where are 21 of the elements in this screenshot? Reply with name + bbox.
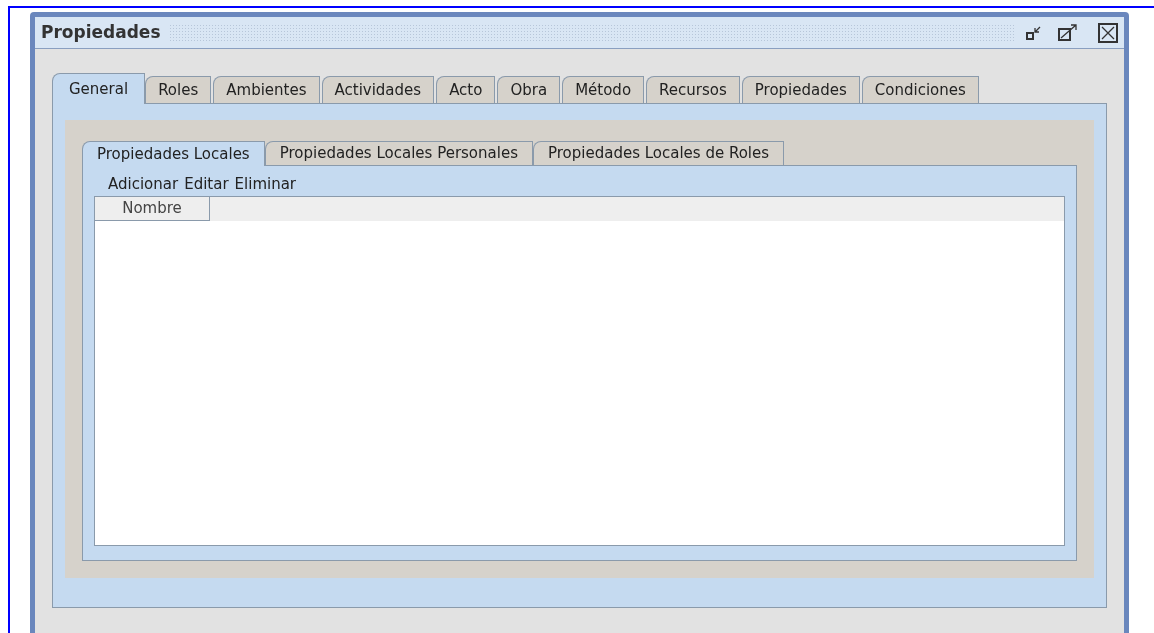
tab[interactable]: Método [562, 76, 645, 103]
tab[interactable]: Acto [436, 76, 496, 103]
tab[interactable]: Ambientes [213, 76, 320, 103]
tab[interactable]: Roles [145, 76, 212, 103]
tab[interactable]: Actividades [321, 76, 435, 103]
toolbar-button[interactable]: Editar [184, 172, 229, 196]
subtab[interactable]: Propiedades Locales Personales [264, 141, 533, 165]
tab[interactable]: General [52, 73, 146, 104]
subtab[interactable]: Propiedades Locales de Roles [532, 141, 785, 165]
tab[interactable]: Condiciones [861, 76, 979, 103]
toolbar-button[interactable]: Adicionar [108, 172, 179, 196]
minimize-icon[interactable] [1026, 24, 1042, 41]
subtab[interactable]: Propiedades Locales [82, 141, 265, 166]
window-title: Propiedades [41, 20, 161, 44]
maximize-icon[interactable] [1058, 23, 1078, 42]
tab[interactable]: Propiedades [741, 76, 860, 103]
tab[interactable]: Recursos [646, 76, 740, 103]
close-icon[interactable] [1098, 22, 1118, 43]
toolbar-button[interactable]: Eliminar [234, 172, 297, 196]
tab[interactable]: Obra [497, 76, 561, 103]
column-header[interactable]: Nombre [95, 197, 210, 221]
